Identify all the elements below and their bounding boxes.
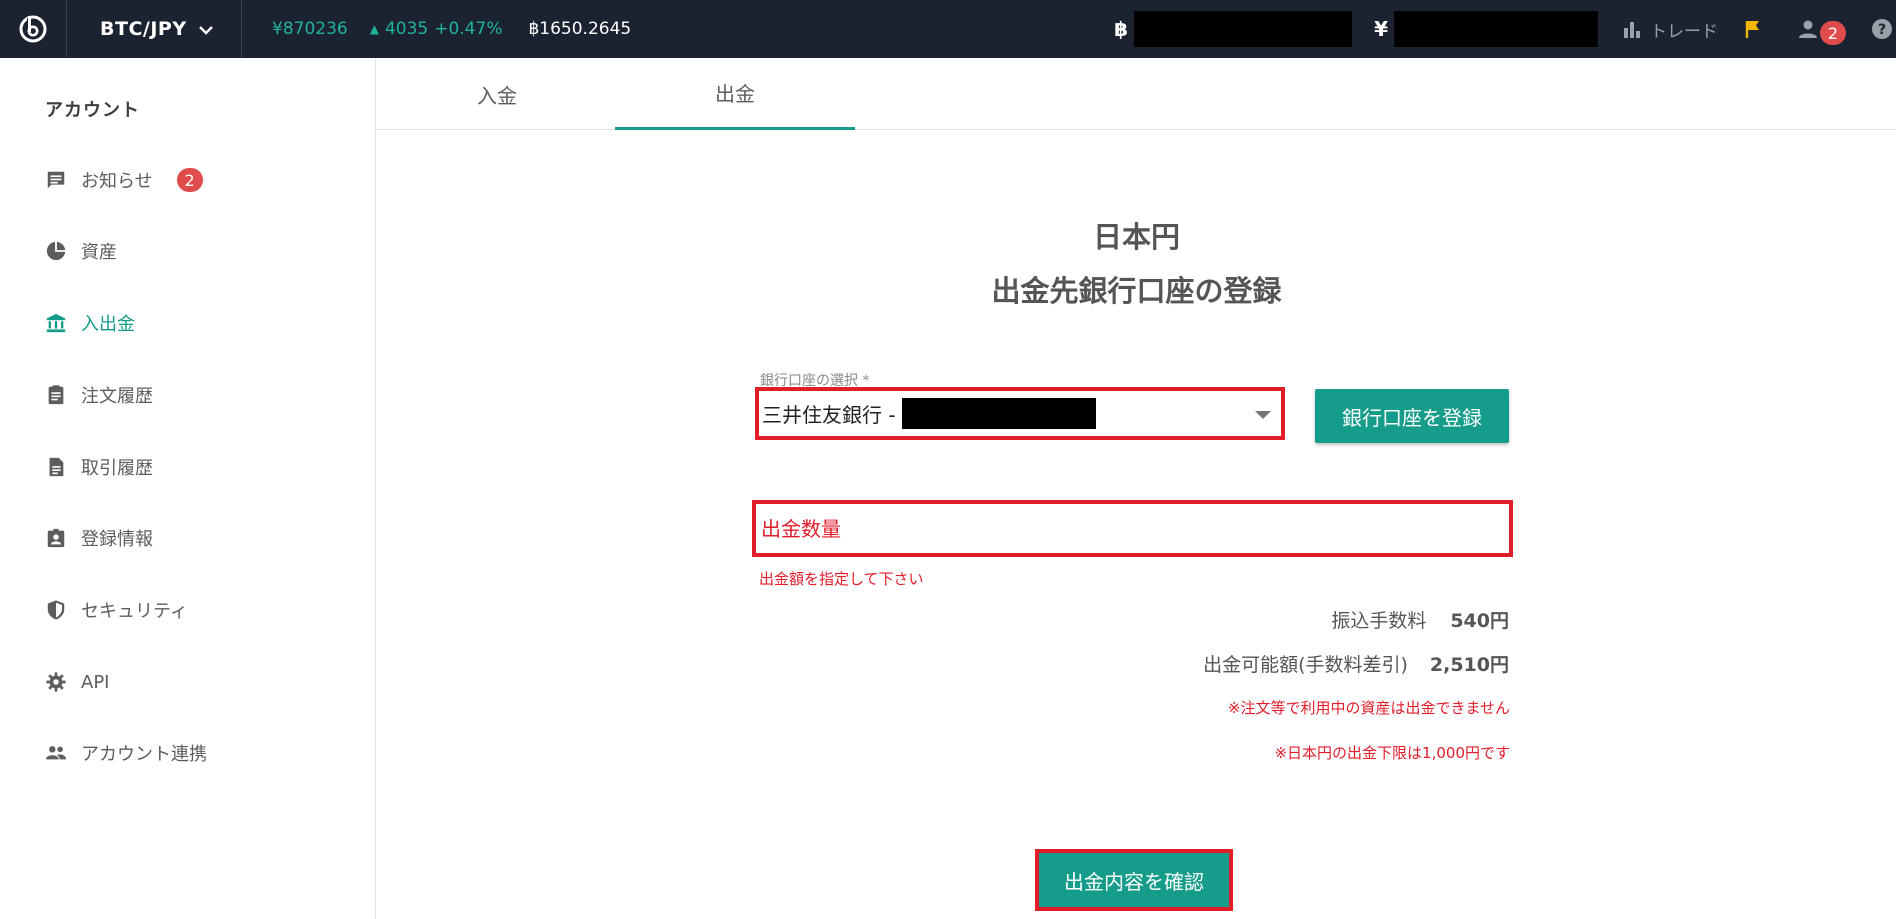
bitbank-logo-icon[interactable] — [0, 0, 67, 58]
document-icon — [49, 457, 64, 477]
pie-chart-icon — [46, 241, 66, 261]
sidebar-item-api[interactable]: API — [45, 667, 109, 697]
sidebar-item-notifications[interactable]: お知らせ 2 — [45, 165, 203, 195]
pair-selector[interactable]: BTC/JPY — [67, 0, 242, 58]
top-bar: BTC/JPY ¥870236 ▲ 4035 +0.47% ฿1650.2645… — [0, 0, 1896, 58]
sidebar: アカウント お知らせ 2 資産 入出金 注文履歴 取引履歴 登録情報 セキュリテ… — [0, 58, 376, 919]
confirm-withdraw-button[interactable]: 出金内容を確認 — [1035, 849, 1233, 911]
sidebar-item-label: 資産 — [81, 242, 117, 263]
jpy-balance: ¥ — [1374, 11, 1598, 47]
trade-label: トレード — [1650, 21, 1718, 42]
available-row: 出金可能額(手数料差引) 2,510円 — [1203, 650, 1509, 677]
sidebar-item-label: 取引履歴 — [81, 458, 153, 479]
ticker: ¥870236 ▲ 4035 +0.47% ฿1650.2645 — [242, 19, 631, 39]
sidebar-item-label: 注文履歴 — [81, 386, 153, 407]
fee-row: 振込手数料 540円 — [1331, 606, 1509, 633]
sidebar-item-registration-info[interactable]: 登録情報 — [45, 523, 153, 553]
sidebar-item-label: お知らせ — [81, 171, 153, 192]
arrow-up-icon: ▲ — [369, 22, 379, 36]
sidebar-heading: アカウント — [45, 100, 140, 121]
sidebar-item-label: セキュリティ — [81, 601, 188, 622]
trade-button[interactable]: トレード — [1622, 17, 1718, 42]
change-percent: +0.47% — [434, 19, 503, 39]
chevron-down-icon — [198, 18, 213, 40]
sidebar-item-security[interactable]: セキュリティ — [45, 595, 188, 625]
available-label: 出金可能額(手数料差引) — [1203, 654, 1408, 676]
redacted-account-number — [901, 398, 1096, 429]
bank-account-select[interactable]: 三井住友銀行 - — [755, 387, 1285, 440]
sidebar-item-label: API — [81, 671, 110, 693]
message-icon — [47, 171, 65, 189]
tab-bar: 入金 出金 — [377, 58, 1896, 130]
user-menu[interactable]: 2 — [1796, 17, 1850, 45]
btc-symbol: ฿ — [1114, 17, 1129, 41]
sidebar-item-account-link[interactable]: アカウント連携 — [45, 738, 207, 768]
redacted-jpy-balance — [1394, 11, 1598, 47]
svg-text:?: ? — [1878, 22, 1886, 38]
people-icon — [45, 746, 67, 760]
sidebar-item-order-history[interactable]: 注文履歴 — [45, 380, 153, 410]
sidebar-item-label: アカウント連携 — [81, 744, 207, 765]
tab-withdraw[interactable]: 出金 — [615, 58, 855, 130]
shield-icon — [47, 600, 65, 620]
tab-deposit[interactable]: 入金 — [377, 58, 617, 130]
last-price: ¥870236 — [272, 19, 348, 39]
sidebar-item-assets[interactable]: 資産 — [45, 236, 117, 266]
in-use-notice: ※注文等で利用中の資産は出金できません — [1227, 699, 1510, 717]
sidebar-item-label: 入出金 — [81, 314, 135, 335]
bar-chart-icon — [1624, 22, 1640, 38]
btc-balance: ฿ — [1114, 11, 1353, 47]
volume: ฿1650.2645 — [528, 19, 632, 39]
sidebar-item-deposit-withdraw[interactable]: 入出金 — [45, 308, 135, 338]
user-notification-badge: 2 — [1820, 21, 1846, 45]
fee-value: 540円 — [1450, 610, 1509, 632]
jpy-symbol: ¥ — [1374, 17, 1388, 41]
top-right-controls: ฿ ¥ トレード 2 ? — [1114, 0, 1896, 58]
dropdown-arrow-icon — [1255, 411, 1271, 419]
available-value: 2,510円 — [1429, 654, 1509, 676]
currency-title: 日本円 — [1092, 220, 1180, 254]
minimum-notice: ※日本円の出金下限は1,000円です — [1274, 744, 1510, 762]
gear-icon — [46, 672, 66, 692]
notifications-badge: 2 — [176, 168, 203, 192]
clipboard-icon — [48, 385, 64, 405]
price-change: ▲ 4035 +0.47% — [370, 19, 503, 39]
register-bank-button[interactable]: 銀行口座を登録 — [1315, 389, 1509, 443]
account-box-icon — [47, 528, 65, 548]
redacted-btc-balance — [1134, 11, 1353, 47]
bank-icon — [46, 313, 66, 333]
page-title: 出金先銀行口座の登録 — [991, 274, 1282, 308]
withdraw-amount-input[interactable] — [752, 500, 1513, 557]
user-icon — [1799, 20, 1817, 38]
change-amount: 4035 — [384, 19, 429, 39]
main-content: 入金 出金 日本円 出金先銀行口座の登録 銀行口座の選択 * 三井住友銀行 - … — [377, 58, 1896, 919]
sidebar-item-label: 登録情報 — [81, 529, 153, 550]
sidebar-item-trade-history[interactable]: 取引履歴 — [45, 452, 153, 482]
amount-error-message: 出金額を指定して下さい — [759, 570, 924, 588]
selected-bank: 三井住友銀行 - — [762, 403, 896, 427]
help-icon[interactable]: ? — [1870, 17, 1894, 41]
pair-label: BTC/JPY — [100, 18, 187, 40]
flag-icon[interactable] — [1744, 19, 1762, 39]
fee-label: 振込手数料 — [1331, 610, 1427, 632]
